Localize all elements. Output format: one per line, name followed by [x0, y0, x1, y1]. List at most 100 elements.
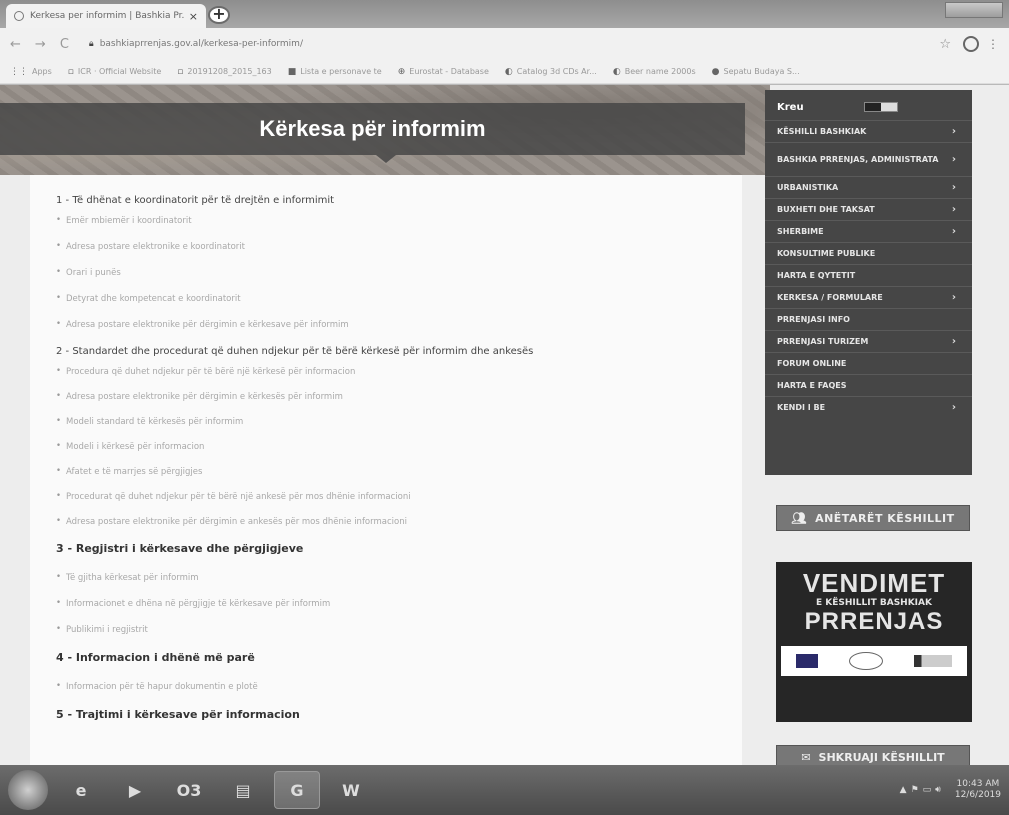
list-item-link[interactable]: Adresa postare elektronike e koordinator…: [56, 241, 742, 252]
browser-tabbar: Kerkesa per informim | Bashkia Pr... × +: [0, 0, 1009, 28]
section-1: 1 - Të dhënat e koordinatorit për të dre…: [56, 195, 742, 330]
url-field[interactable]: 🔒︎ bashkiaprrenjas.gov.al/kerkesa-per-in…: [83, 33, 929, 55]
apps-icon: ⋮⋮: [10, 66, 28, 77]
list-item-link[interactable]: Të gjitha kërkesat për informim: [56, 572, 742, 583]
menu-dots-icon[interactable]: ⋮: [987, 37, 999, 51]
chevron-right-icon: ›: [951, 336, 956, 347]
menu-heading: Kreu: [765, 94, 972, 120]
menu-item[interactable]: KERKESA / FORMULARE ›: [765, 286, 972, 308]
start-button[interactable]: [8, 770, 48, 810]
list-item-link[interactable]: Afatet e të marrjes së përgjigjes: [56, 466, 742, 477]
list-item-link[interactable]: Orari i punës: [56, 267, 742, 278]
taskbar-app-ie[interactable]: e: [58, 771, 104, 809]
list-item-link[interactable]: Adresa postare elektronike për dërgimin …: [56, 391, 742, 402]
menu-item[interactable]: PRRENJASI INFO: [765, 308, 972, 330]
taskbar-app-explorer[interactable]: ▤: [220, 771, 266, 809]
address-bar: ← → C 🔒︎ bashkiaprrenjas.gov.al/kerkesa-…: [0, 28, 1009, 60]
bookmark-item[interactable]: ⋮⋮ Apps: [10, 67, 52, 77]
list-item-link[interactable]: Adresa postare elektronike për dërgimin …: [56, 319, 742, 330]
main-content: 1 - Të dhënat e koordinatorit për të dre…: [30, 175, 742, 765]
menu-item[interactable]: BASHKIA PRRENJAS, ADMINISTRATA ›: [765, 142, 972, 176]
tray-icons[interactable]: ▲⚑▭🔊︎: [900, 785, 945, 795]
taskbar-app-media[interactable]: ▶: [112, 771, 158, 809]
menu-home-link[interactable]: Kreu: [777, 102, 804, 113]
bookmark-item[interactable]: ◐ Beer name 2000s: [613, 67, 696, 77]
section-5: 5 - Trajtimi i kërkesave për informacion: [56, 708, 742, 721]
mail-icon: ✉: [801, 750, 811, 764]
menu-item[interactable]: KËSHILLI BASHKIAK ›: [765, 120, 972, 142]
chevron-right-icon: ›: [951, 154, 956, 165]
menu-item[interactable]: KONSULTIME PUBLIKE: [765, 242, 972, 264]
bookmarks-bar: ⋮⋮ Apps ▫ ICR · Official Website ▫ 20191208…: [0, 60, 1009, 84]
chevron-right-icon: ›: [951, 182, 956, 193]
council-members-banner[interactable]: 👥︎ ANËTARËT KËSHILLIT: [776, 505, 970, 531]
list-item-link[interactable]: Adresa postare elektronike për dërgimin …: [56, 516, 742, 527]
section-heading: 4 - Informacion i dhënë më parë: [56, 651, 255, 664]
reload-icon[interactable]: C: [60, 37, 69, 52]
browser-tab[interactable]: Kerkesa per informim | Bashkia Pr... ×: [6, 4, 206, 28]
page-icon: ▫: [177, 66, 184, 77]
section-3: 3 - Regjistri i kërkesave dhe përgjigjev…: [56, 542, 742, 635]
menu-item[interactable]: HARTA E QYTETIT: [765, 264, 972, 286]
page-title-bar: Kërkesa për informim: [0, 103, 745, 155]
list-item-link[interactable]: Detyrat dhe kompetencat e koordinatorit: [56, 293, 742, 304]
chevron-right-icon: ›: [951, 402, 956, 413]
taskbar-app-word[interactable]: W: [328, 771, 374, 809]
menu-item[interactable]: HARTA E FAQES: [765, 374, 972, 396]
section-heading: 2 - Standardet dhe procedurat që duhen n…: [56, 346, 534, 357]
clock[interactable]: 10:43 AM 12/6/2019: [955, 779, 1001, 801]
globe-icon: ⊕: [397, 66, 406, 77]
bookmark-item[interactable]: ● Sepatu Budaya S...: [712, 67, 800, 77]
lock-icon: 🔒︎: [88, 39, 94, 49]
tab-close-icon[interactable]: ×: [189, 10, 198, 23]
section-heading: 3 - Regjistri i kërkesave dhe përgjigjev…: [56, 542, 304, 555]
title-notch: [376, 155, 396, 163]
url-text: bashkiaprrenjas.gov.al/kerkesa-per-infor…: [99, 39, 303, 49]
menu-item[interactable]: BUXHETI DHE TAKSAT ›: [765, 198, 972, 220]
bookmark-item[interactable]: ■ Lista e personave te: [288, 67, 382, 77]
list-item-link[interactable]: Modeli standard të kërkesës për informim: [56, 416, 742, 427]
menu-item[interactable]: FORUM ONLINE: [765, 352, 972, 374]
menu-item[interactable]: KENDI I BE ›: [765, 396, 972, 418]
globe-icon: ◐: [504, 66, 513, 77]
menu-item[interactable]: URBANISTIKA ›: [765, 176, 972, 198]
language-flag-icon[interactable]: [863, 102, 898, 112]
bookmark-item[interactable]: ▫ 20191208_2015_163: [177, 67, 271, 77]
taskbar-app-chrome[interactable]: G: [274, 771, 320, 809]
list-item-link[interactable]: Procedurat që duhet ndjekur për të bërë …: [56, 491, 742, 502]
tab-title: Kerkesa per informim | Bashkia Pr...: [30, 11, 185, 21]
council-decisions-banner[interactable]: VENDIMET E KËSHILLIT BASHKIAK PRRENJAS: [776, 562, 972, 722]
section-heading: 5 - Trajtimi i kërkesave për informacion: [56, 708, 300, 721]
list-item-link[interactable]: Informacionet e dhëna në përgjigje të kë…: [56, 598, 742, 609]
bookmark-item[interactable]: ▫ ICR · Official Website: [68, 67, 161, 77]
page-title: Kërkesa për informim: [259, 116, 486, 141]
list-item-link[interactable]: Procedura që duhet ndjekur për të bërë n…: [56, 366, 742, 377]
system-tray: ▲⚑▭🔊︎ 10:43 AM 12/6/2019: [900, 779, 1001, 801]
side-navigation-menu: Kreu KËSHILLI BASHKIAK › BASHKIA PRRENJAS…: [765, 90, 972, 475]
list-item-link[interactable]: Modeli i kërkesë për informacion: [56, 441, 742, 452]
forward-icon[interactable]: →: [35, 37, 46, 52]
chevron-right-icon: ›: [951, 204, 956, 215]
bookmark-star-icon[interactable]: ☆: [939, 37, 951, 52]
new-tab-button[interactable]: +: [208, 6, 230, 24]
bookmark-icon: ■: [287, 66, 297, 77]
partner-logo: [913, 655, 952, 667]
window-controls[interactable]: [945, 2, 1003, 18]
back-icon[interactable]: ←: [10, 37, 21, 52]
menu-item[interactable]: SHERBIME ›: [765, 220, 972, 242]
taskbar-app-outlook[interactable]: O3: [166, 771, 212, 809]
bookmark-item[interactable]: ⊕ Eurostat - Database: [398, 67, 489, 77]
partner-logos: [781, 646, 967, 676]
chevron-right-icon: ›: [951, 292, 956, 303]
globe-icon: ◐: [612, 66, 621, 77]
site-favicon-icon: [14, 11, 24, 21]
section-4: 4 - Informacion i dhënë më parë Informac…: [56, 651, 742, 692]
write-to-council-banner[interactable]: ✉ SHKRUAJI KËSHILLIT: [776, 745, 970, 765]
list-item-link[interactable]: Publikimi i regjistrit: [56, 624, 742, 635]
account-icon[interactable]: [963, 36, 979, 52]
list-item-link[interactable]: Informacion për të hapur dokumentin e pl…: [56, 681, 742, 692]
list-item-link[interactable]: Emër mbiemër i koordinatorit: [56, 215, 742, 226]
menu-item[interactable]: PRRENJASI TURIZEM ›: [765, 330, 972, 352]
bookmark-item[interactable]: ◐ Catalog 3d CDs Ar...: [505, 67, 597, 77]
people-icon: 👥︎: [791, 511, 808, 525]
